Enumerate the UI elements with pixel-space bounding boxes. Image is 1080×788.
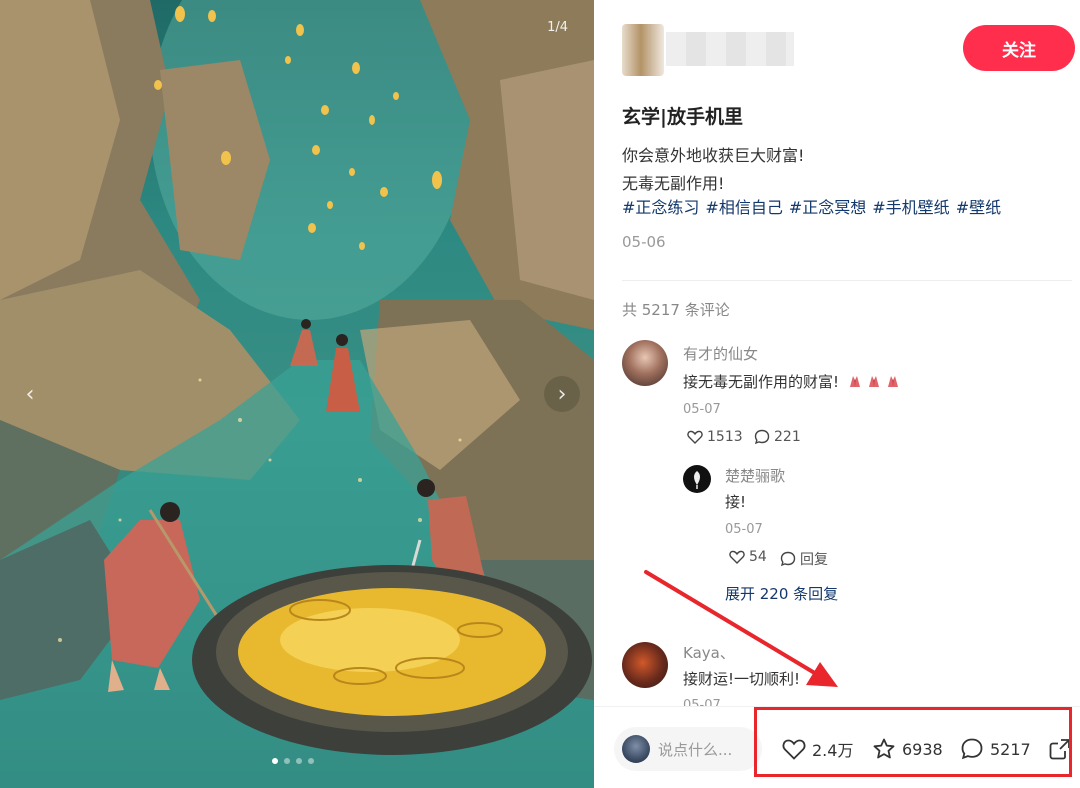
reply-like-button[interactable]: 54 [729,549,767,565]
author-name-blurred[interactable] [666,32,794,66]
divider [622,280,1072,281]
pagination-dot[interactable] [284,758,290,764]
like-button[interactable]: 2.4万 [782,737,853,761]
image-pagination-dots [272,758,314,764]
commenter-avatar[interactable] [622,642,668,688]
expand-replies-link[interactable]: 展开 220 条回复 [725,583,838,604]
post-body: 你会意外地收获巨大财富! 无毒无副作用! [622,142,804,198]
commenter-avatar[interactable] [622,340,668,386]
like-count: 2.4万 [812,741,854,760]
author-avatar[interactable] [622,24,664,76]
hashtag-link[interactable]: #正念练习 [622,198,699,217]
hashtag-link[interactable]: #相信自己 [705,198,782,217]
comment-reply-button[interactable]: 221 [754,429,801,445]
reply-button[interactable]: 回复 [780,549,828,569]
replier-name[interactable]: 楚楚骊歌 [725,465,785,486]
next-image-button[interactable]: › [544,376,580,412]
praying-hands-icon [868,376,879,387]
collect-count: 6938 [902,739,943,759]
comment-like-count: 1513 [707,429,743,445]
hashtag-link[interactable]: #正念冥想 [789,198,866,217]
comment-list[interactable]: 有才的仙女 接无毒无副作用的财富! 05-07 1513 221 楚楚骊歌 接!… [594,340,1080,706]
pagination-dot[interactable] [272,758,278,764]
reply-like-count: 54 [749,549,767,565]
comment-input-placeholder: 说点什么... [658,740,733,759]
reply-date: 05-07 [725,522,763,537]
comment-text-content: 接无毒无副作用的财富! [683,373,840,391]
share-icon [1049,739,1070,760]
chat-bubble-icon [754,429,770,445]
comment-count-bottom: 5217 [990,739,1031,759]
hashtag-link[interactable]: #壁纸 [956,198,1001,217]
pagination-dot[interactable] [296,758,302,764]
comment-text: 接无毒无副作用的财富! [683,371,901,392]
collect-button[interactable]: 6938 [872,737,943,761]
engagement-bar: 说点什么... 2.4万 6938 5217 [594,706,1080,788]
post-tags: #正念练习 #相信自己 #正念冥想 #手机壁纸 #壁纸 [622,194,1007,222]
commenter-name[interactable]: Kaya、 [683,642,735,663]
previous-image-button[interactable]: ‹ [12,376,48,412]
heart-icon [687,430,703,444]
chat-bubble-icon [780,551,796,567]
hashtag-link[interactable]: #手机壁纸 [872,198,949,217]
comment-count: 共 5217 条评论 [622,301,730,319]
comment-reply-count: 221 [774,429,801,445]
heart-icon [729,550,745,564]
reply-button-label: 回复 [800,552,828,568]
heart-icon [782,739,806,760]
comment-text: 接财运!一切顺利! [683,670,801,688]
flower-icon [694,471,700,489]
commenter-name[interactable]: 有才的仙女 [683,343,758,364]
star-icon [873,738,895,759]
comment-like-button[interactable]: 1513 [687,429,743,445]
image-viewer[interactable]: 1/4 ‹ › [0,0,594,788]
comment-date: 05-07 [683,402,721,417]
comment-input[interactable]: 说点什么... [614,727,762,771]
follow-button[interactable]: 关注 [963,25,1075,71]
post-illustration [0,0,594,788]
chat-bubble-icon [961,738,983,760]
comment-date: 05-07 [683,698,721,706]
post-body-line: 你会意外地收获巨大财富! [622,146,805,165]
user-avatar [622,735,650,763]
image-counter: 1/4 [547,20,568,35]
share-button[interactable] [1048,737,1072,761]
reply-text: 接! [725,493,747,511]
replier-avatar[interactable] [683,465,711,493]
pagination-dot[interactable] [308,758,314,764]
author-header: 关注 [622,20,1075,80]
praying-hands-icon [887,376,898,387]
post-detail-panel: 关注 玄学|放手机里 你会意外地收获巨大财富! 无毒无副作用! #正念练习 #相信… [594,0,1080,788]
praying-hands-icon [849,376,860,387]
post-date: 05-06 [622,233,666,251]
comment-button[interactable]: 5217 [960,737,1031,761]
post-title: 玄学|放手机里 [622,106,743,128]
